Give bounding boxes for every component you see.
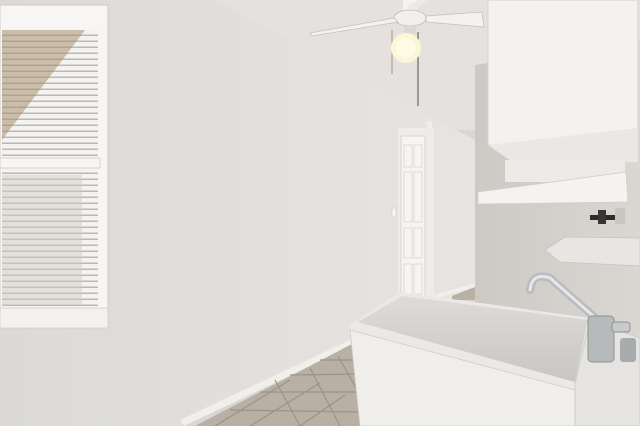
door[interactable] (400, 135, 426, 301)
thermostat (427, 121, 432, 129)
window-outside-wall (2, 175, 82, 305)
window-sash (0, 157, 101, 169)
window (0, 4, 109, 329)
light-switch[interactable] (391, 207, 397, 218)
upper-cabinet[interactable] (487, 0, 639, 146)
scene-svg (0, 0, 640, 426)
window-sill (0, 307, 109, 329)
side-counter (544, 236, 640, 267)
light-bulb-icon (391, 33, 421, 63)
laundry-room-photo (0, 0, 640, 426)
